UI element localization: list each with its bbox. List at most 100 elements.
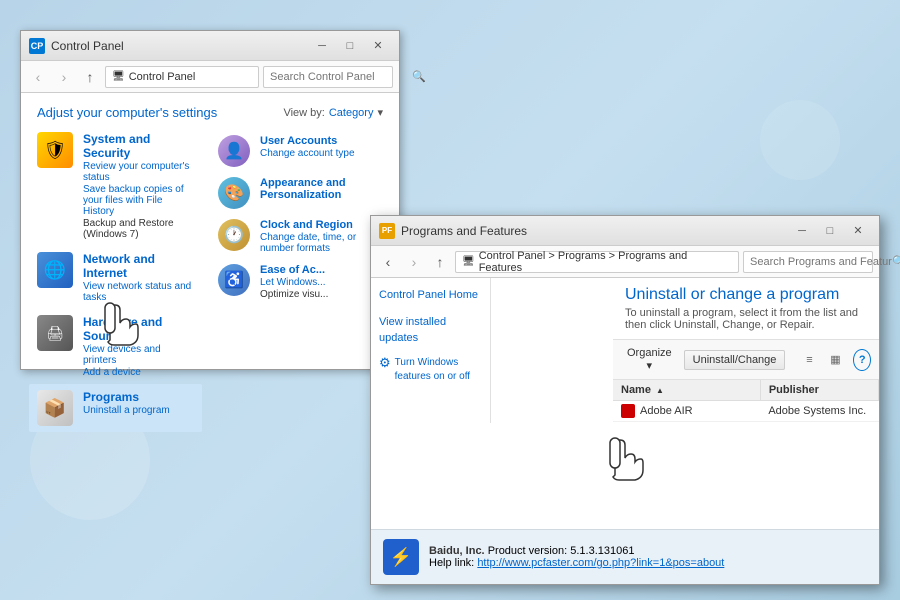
pf-close-button[interactable]: ✕: [845, 221, 871, 241]
programs-features-window: PF Programs and Features ─ □ ✕ ‹ › ↑ 🖥 C…: [370, 215, 880, 585]
system-security-icon: 🛡: [37, 132, 73, 168]
maximize-button[interactable]: □: [337, 36, 363, 56]
windows-features-icon: ⚙: [379, 355, 391, 371]
pf-search-input[interactable]: [750, 256, 892, 268]
help-link-url[interactable]: http://www.pcfaster.com/go.php?link=1&po…: [477, 557, 724, 569]
hardware-sub2[interactable]: Add a device: [83, 367, 194, 378]
programs-table-container[interactable]: Name ▲ Publisher Adobe AIRAdobe Systems …: [613, 380, 879, 423]
ease-category[interactable]: ♿ Ease of Ac... Let Windows... Optimize …: [218, 259, 391, 305]
system-security-category[interactable]: 🛡 System and Security Review your comput…: [29, 126, 202, 246]
appearance-title[interactable]: Appearance and Personalization: [260, 177, 391, 201]
baidu-company-name: Baidu, Inc.: [429, 545, 485, 557]
pf-address-bar: ‹ › ↑ 🖥 Control Panel > Programs > Progr…: [371, 246, 879, 278]
pf-maximize-button[interactable]: □: [817, 221, 843, 241]
network-text: Network and Internet View network status…: [83, 252, 194, 303]
user-accounts-title[interactable]: User Accounts: [260, 135, 355, 147]
publisher-column-header[interactable]: Publisher: [760, 380, 878, 401]
cp-window-controls: ─ □ ✕: [309, 36, 391, 56]
network-title[interactable]: Network and Internet: [83, 252, 194, 280]
user-accounts-text: User Accounts Change account type: [260, 135, 355, 159]
pf-subtitle: To uninstall a program, select it from t…: [625, 307, 867, 331]
network-sub1[interactable]: View network status and tasks: [83, 281, 194, 303]
view-icons: ≡ ▦: [797, 349, 847, 371]
pf-window-controls: ─ □ ✕: [789, 221, 871, 241]
pf-title-section: Uninstall or change a program To uninsta…: [613, 278, 879, 340]
table-row[interactable]: Adobe Creative Suite 5 Web PremiumAdobe …: [613, 422, 879, 424]
control-panel-home-link[interactable]: Control Panel Home: [379, 286, 482, 305]
system-sub1[interactable]: Review your computer's status: [83, 161, 194, 183]
view-by-control: View by: Category ▾: [283, 106, 383, 119]
system-security-text: System and Security Review your computer…: [83, 132, 194, 240]
pf-search-box: 🔍: [743, 251, 873, 273]
program-name-cell: Adobe Creative Suite 5 Web Premium: [613, 422, 760, 424]
forward-button[interactable]: ›: [53, 66, 75, 88]
appearance-icon: 🎨: [218, 177, 250, 209]
baidu-info: Baidu, Inc. Product version: 5.1.3.13106…: [429, 545, 724, 569]
dropdown-arrow-icon: ▾: [377, 106, 383, 119]
pf-bottom-bar: ⚡ Baidu, Inc. Product version: 5.1.3.131…: [371, 529, 879, 584]
minimize-button[interactable]: ─: [309, 36, 335, 56]
ease-icon: ♿: [218, 264, 250, 296]
system-security-title[interactable]: System and Security: [83, 132, 194, 160]
system-sub2[interactable]: Save backup copies of your files with Fi…: [83, 184, 194, 217]
cp-content-area: Adjust your computer's settings View by:…: [21, 93, 399, 369]
cp-address-bar: ‹ › ↑ 🖥 Control Panel 🔍: [21, 61, 399, 93]
baidu-logo: ⚡: [383, 539, 419, 575]
up-button[interactable]: ↑: [79, 66, 101, 88]
pf-main-area: Uninstall or change a program To uninsta…: [613, 278, 879, 423]
hardware-title[interactable]: Hardware and Sound: [83, 315, 194, 343]
pf-address-path[interactable]: 🖥 Control Panel > Programs > Programs an…: [455, 251, 739, 273]
user-accounts-category[interactable]: 👤 User Accounts Change account type: [218, 130, 391, 172]
table-row[interactable]: Adobe AIRAdobe Systems Inc.: [613, 401, 879, 422]
table-header-row: Name ▲ Publisher: [613, 380, 879, 401]
user-accounts-icon: 👤: [218, 135, 250, 167]
cp-window-icon: CP: [29, 38, 45, 54]
program-name: Adobe AIR: [640, 405, 693, 417]
appearance-category[interactable]: 🎨 Appearance and Personalization: [218, 172, 391, 214]
clock-category[interactable]: 🕐 Clock and Region Change date, time, or…: [218, 214, 391, 259]
details-view-button[interactable]: ▦: [823, 349, 847, 371]
programs-title[interactable]: Programs: [83, 390, 194, 404]
back-button[interactable]: ‹: [27, 66, 49, 88]
view-updates-link[interactable]: View installed updates: [379, 313, 482, 348]
programs-container: Control Panel Home View installed update…: [371, 278, 879, 423]
sort-arrow-icon: ▲: [656, 386, 664, 395]
pf-minimize-button[interactable]: ─: [789, 221, 815, 241]
close-button[interactable]: ✕: [365, 36, 391, 56]
pf-back-button[interactable]: ‹: [377, 251, 399, 273]
ease-sub2: Optimize visu...: [260, 289, 328, 300]
program-name-cell: Adobe AIR: [613, 401, 760, 422]
category-dropdown[interactable]: Category: [329, 107, 374, 119]
network-icon: 🌐: [37, 252, 73, 288]
hardware-sound-category[interactable]: 🖨 Hardware and Sound View devices and pr…: [29, 309, 202, 384]
address-path[interactable]: 🖥 Control Panel: [105, 66, 259, 88]
programs-sub1[interactable]: Uninstall a program: [83, 405, 194, 416]
name-column-header[interactable]: Name ▲: [613, 380, 760, 401]
pf-up-button[interactable]: ↑: [429, 251, 451, 273]
list-view-button[interactable]: ≡: [797, 349, 821, 371]
uninstall-change-button[interactable]: Uninstall/Change: [684, 350, 786, 370]
system-sub3[interactable]: Backup and Restore (Windows 7): [83, 218, 194, 240]
pf-forward-button[interactable]: ›: [403, 251, 425, 273]
help-button[interactable]: ?: [853, 349, 871, 371]
search-input[interactable]: [270, 71, 412, 83]
hardware-text: Hardware and Sound View devices and prin…: [83, 315, 194, 378]
pf-sidebar: Control Panel Home View installed update…: [371, 278, 491, 423]
programs-category[interactable]: 📦 Programs Uninstall a program: [29, 384, 202, 432]
search-box: 🔍: [263, 66, 393, 88]
windows-features-link[interactable]: Turn Windows features on or off: [395, 354, 482, 386]
pf-window-icon: PF: [379, 223, 395, 239]
user-accounts-sub[interactable]: Change account type: [260, 148, 355, 159]
windows-features-item: ⚙ Turn Windows features on or off: [379, 354, 482, 386]
search-icon: 🔍: [412, 70, 426, 83]
product-version-value: 5.1.3.131061: [570, 545, 634, 557]
network-internet-category[interactable]: 🌐 Network and Internet View network stat…: [29, 246, 202, 309]
ease-title[interactable]: Ease of Ac...: [260, 264, 328, 276]
cp-titlebar: CP Control Panel ─ □ ✕: [21, 31, 399, 61]
programs-text: Programs Uninstall a program: [83, 390, 194, 416]
ease-sub1[interactable]: Let Windows...: [260, 277, 328, 288]
cp-header: Adjust your computer's settings View by:…: [21, 93, 399, 126]
organize-button[interactable]: Organize ▾: [621, 344, 678, 375]
baidu-name-line: Baidu, Inc. Product version: 5.1.3.13106…: [429, 545, 724, 557]
hardware-sub1[interactable]: View devices and printers: [83, 344, 194, 366]
